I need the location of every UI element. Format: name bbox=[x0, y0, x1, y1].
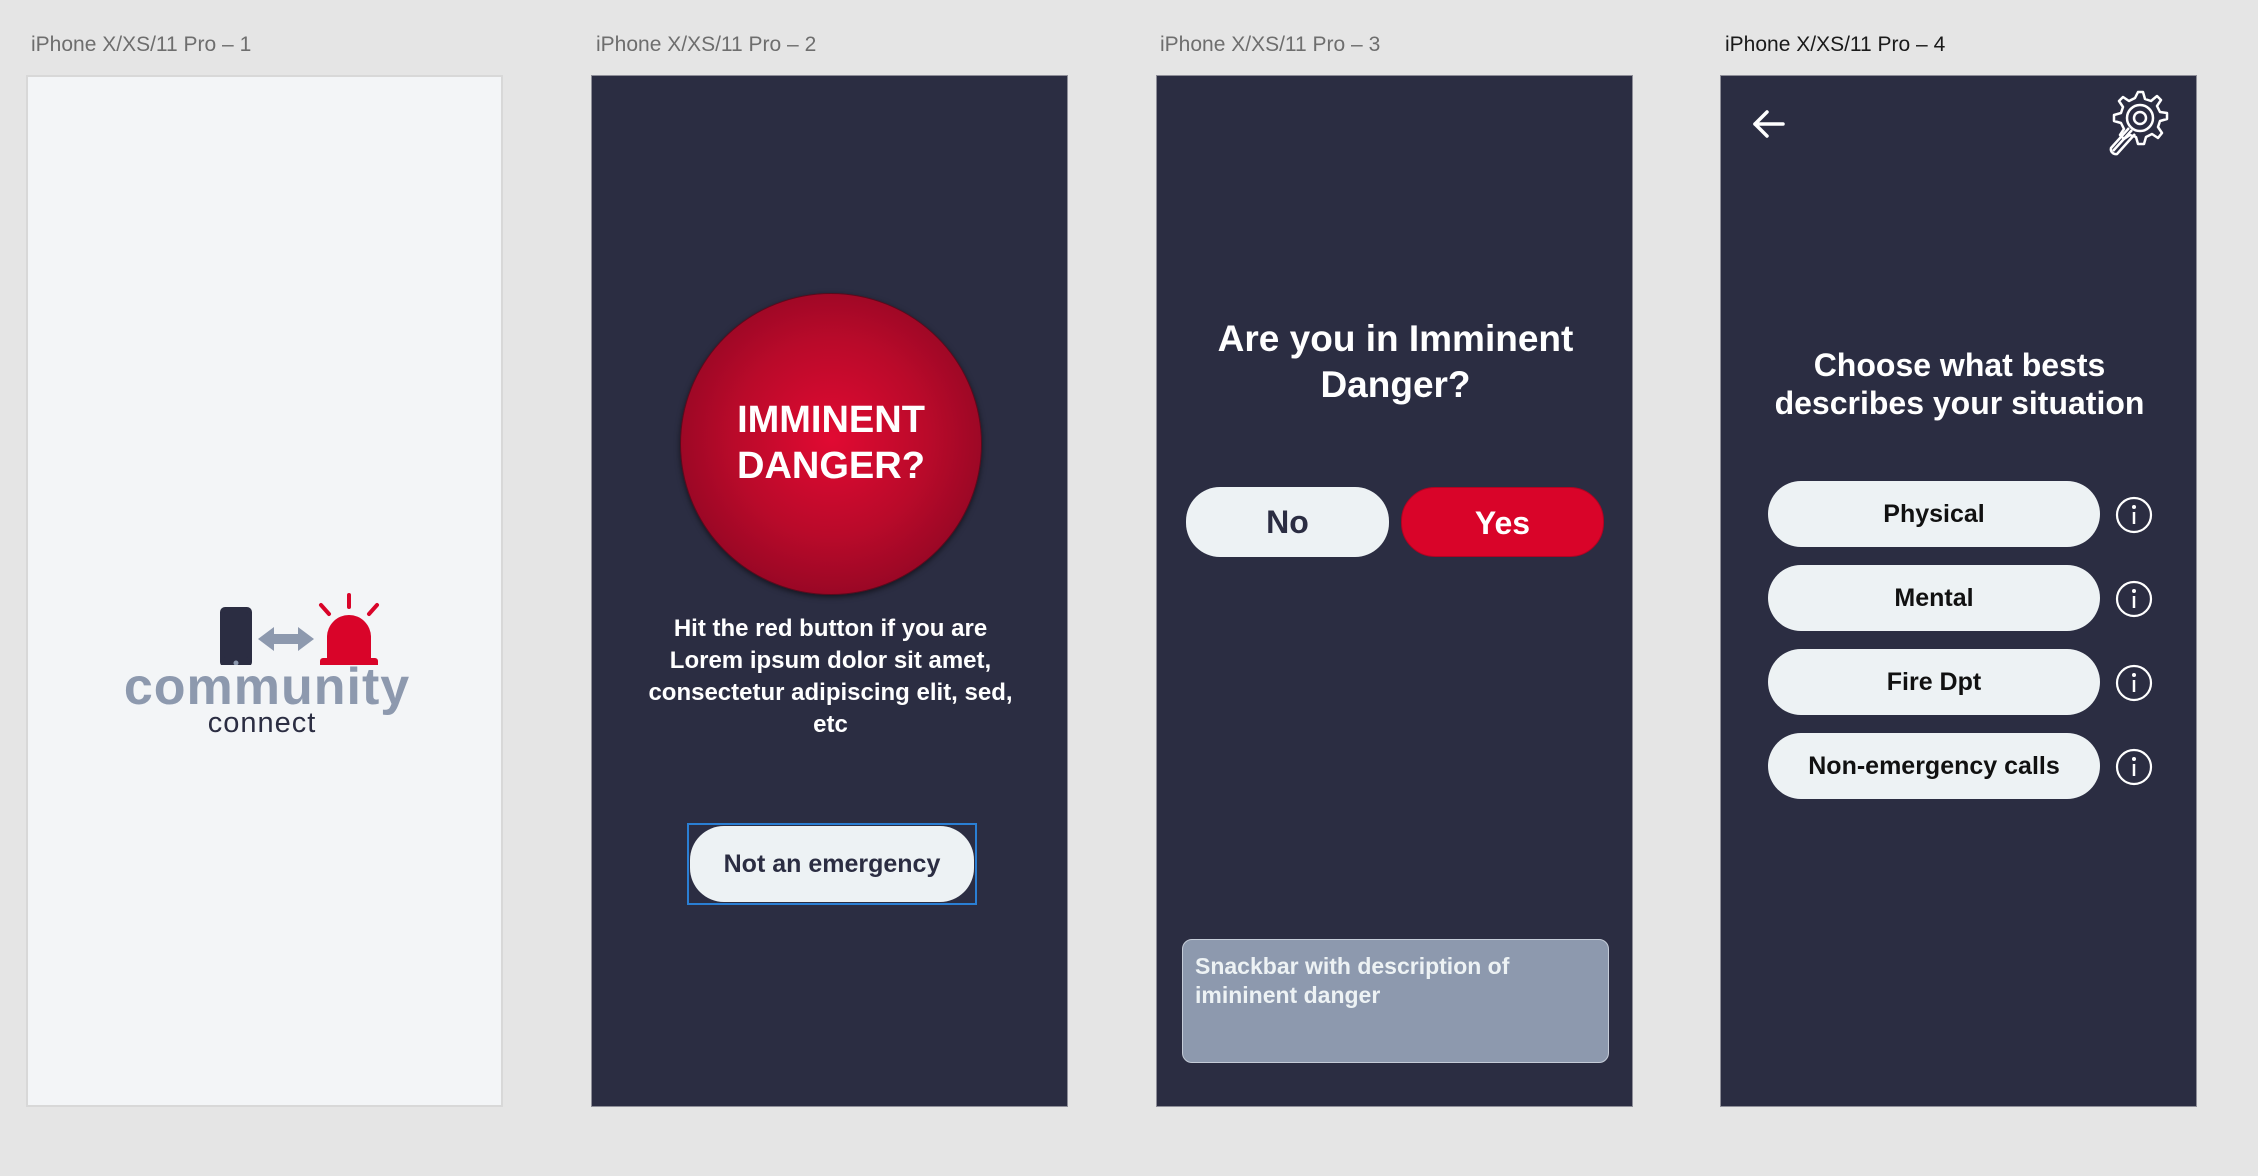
gear-icon[interactable] bbox=[2099, 86, 2177, 164]
snackbar: Snackbar with description of imininent d… bbox=[1182, 939, 1609, 1063]
artboard-title-4[interactable]: iPhone X/XS/11 Pro – 4 bbox=[1725, 33, 1945, 57]
phone-icon bbox=[220, 607, 252, 665]
instruction-text: Hit the red button if you are Lorem ipsu… bbox=[648, 615, 1013, 738]
info-icon[interactable] bbox=[2115, 664, 2153, 702]
siren-icon bbox=[319, 593, 379, 665]
option-row-fire-dpt: Fire Dpt bbox=[1768, 649, 2168, 715]
artboard-confirm-danger[interactable]: Are you in Imminent Danger? No Yes Snack… bbox=[1156, 75, 1633, 1107]
danger-question: Are you in Imminent Danger? bbox=[1217, 318, 1574, 405]
info-icon[interactable] bbox=[2115, 496, 2153, 534]
info-icon[interactable] bbox=[2115, 748, 2153, 786]
physical-button[interactable]: Physical bbox=[1768, 481, 2100, 547]
app-logo: community connect bbox=[122, 525, 412, 738]
not-emergency-button[interactable]: Not an emergency bbox=[690, 826, 974, 902]
logo-subtitle: connect bbox=[207, 707, 317, 739]
non-emergency-calls-button[interactable]: Non-emergency calls bbox=[1768, 733, 2100, 799]
option-row-mental: Mental bbox=[1768, 565, 2168, 631]
option-row-non-emergency: Non-emergency calls bbox=[1768, 733, 2168, 799]
arrow-left-icon[interactable] bbox=[1749, 104, 1789, 144]
artboard-splash[interactable]: community connect bbox=[26, 75, 503, 1107]
imminent-danger-label: IMMINENT DANGER? bbox=[681, 397, 981, 489]
fire-dpt-button[interactable]: Fire Dpt bbox=[1768, 649, 2100, 715]
mental-button[interactable]: Mental bbox=[1768, 565, 2100, 631]
no-button[interactable]: No bbox=[1186, 487, 1389, 557]
artboard-choose-situation[interactable]: Choose what bests describes your situati… bbox=[1720, 75, 2197, 1107]
danger-label-line1: IMMINENT bbox=[737, 399, 925, 441]
logo-wordmark: community bbox=[123, 658, 411, 716]
artboard-title-3[interactable]: iPhone X/XS/11 Pro – 3 bbox=[1160, 33, 1380, 57]
artboard-title-1[interactable]: iPhone X/XS/11 Pro – 1 bbox=[31, 33, 251, 57]
logo-icons bbox=[220, 593, 379, 665]
info-icon[interactable] bbox=[2115, 580, 2153, 618]
yes-button[interactable]: Yes bbox=[1401, 487, 1604, 557]
option-row-physical: Physical bbox=[1768, 481, 2168, 547]
imminent-danger-button[interactable]: IMMINENT DANGER? bbox=[680, 293, 982, 595]
artboard-danger-button[interactable]: IMMINENT DANGER? Hit the red button if y… bbox=[591, 75, 1068, 1107]
situation-title: Choose what bests describes your situati… bbox=[1774, 347, 2145, 421]
double-arrow-icon bbox=[258, 627, 314, 651]
artboard-title-2[interactable]: iPhone X/XS/11 Pro – 2 bbox=[596, 33, 816, 57]
danger-label-line2: DANGER? bbox=[737, 445, 925, 487]
